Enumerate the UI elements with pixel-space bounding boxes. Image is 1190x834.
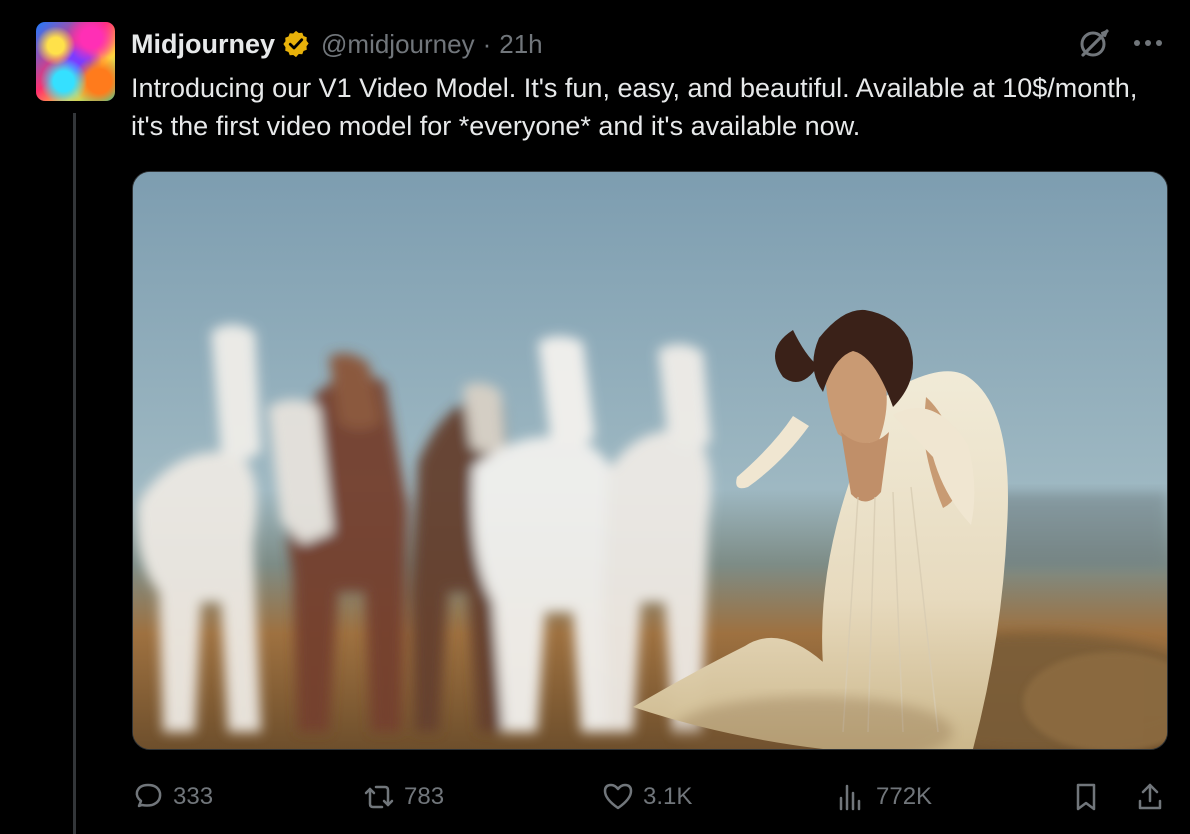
repost-button[interactable]: 783 — [362, 777, 444, 817]
reply-icon — [135, 783, 162, 808]
author-name[interactable]: Midjourney — [131, 29, 275, 60]
like-count: 3.1K — [643, 783, 693, 810]
tweet-text: Introducing our V1 Video Model. It's fun… — [131, 73, 1138, 141]
view-count: 772K — [876, 783, 933, 810]
tweet-actions: 333 783 3.1K 772K — [131, 777, 1166, 817]
author-handle[interactable]: @midjourney — [321, 29, 475, 60]
verified-badge-icon — [283, 30, 309, 58]
tweet-header: Midjourney @midjourney · 21h — [131, 27, 543, 61]
bookmark-icon — [1076, 783, 1096, 811]
tweet[interactable]: Midjourney @midjourney · 21h Introducing… — [0, 0, 1190, 834]
repost-count: 783 — [404, 783, 445, 810]
reply-button[interactable]: 333 — [131, 777, 213, 817]
analytics-icon — [839, 784, 861, 811]
share-icon — [1138, 783, 1162, 810]
video-thumbnail-scene — [133, 172, 1167, 749]
tweet-media[interactable] — [132, 171, 1168, 750]
bookmark-button[interactable] — [1069, 777, 1103, 817]
separator-dot: · — [482, 28, 492, 59]
tweet-time[interactable]: 21h — [499, 29, 542, 60]
repost-icon — [364, 785, 394, 809]
heart-icon — [603, 783, 633, 810]
more-icon[interactable] — [1130, 28, 1166, 58]
like-button[interactable]: 3.1K — [601, 777, 692, 817]
reply-count: 333 — [173, 783, 214, 810]
thread-line — [73, 113, 76, 834]
views-button[interactable]: 772K — [834, 777, 932, 817]
share-button[interactable] — [1133, 777, 1167, 817]
grok-icon[interactable] — [1078, 26, 1112, 60]
avatar[interactable] — [36, 22, 115, 101]
